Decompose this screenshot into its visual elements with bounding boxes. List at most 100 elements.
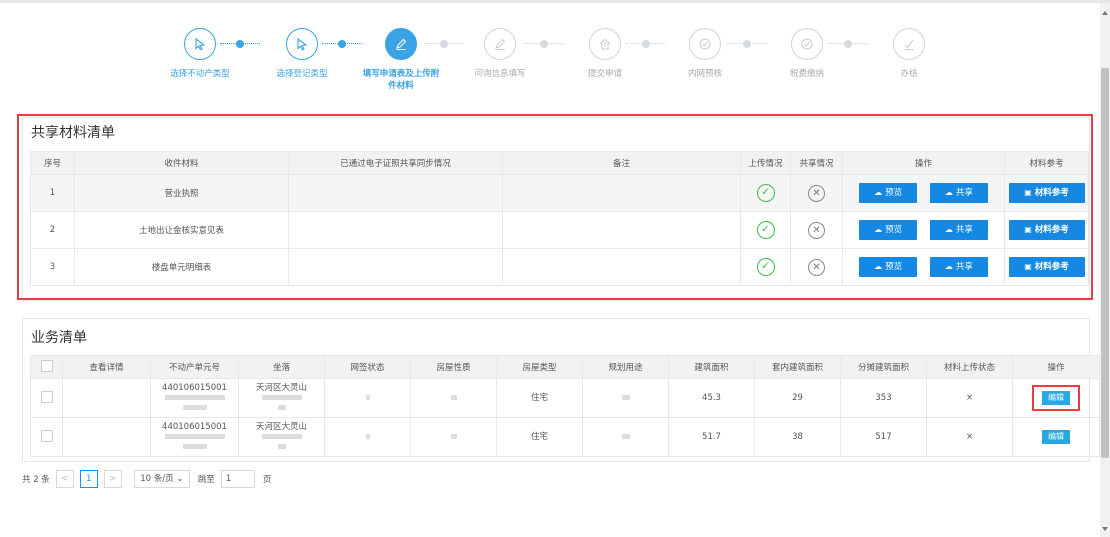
unit-no-text: 440106015001 xyxy=(162,422,227,432)
step-connector xyxy=(322,40,362,48)
redacted-text xyxy=(164,434,225,439)
step-tax-payment[interactable]: 税费缴纳 xyxy=(767,28,847,80)
row-sign xyxy=(324,417,411,457)
row-checkbox[interactable] xyxy=(40,390,53,403)
upload-icon xyxy=(589,28,621,60)
step-label: 选择登记类型 xyxy=(276,69,328,79)
goto-label: 跳至 xyxy=(197,475,215,485)
page-size-label: 10 条/页 xyxy=(140,474,174,484)
row-usage xyxy=(582,378,669,418)
row-usage xyxy=(582,417,669,457)
row-nature xyxy=(410,378,497,418)
highlight-box: 编辑 xyxy=(1032,385,1080,411)
step-select-property-type[interactable]: 选择不动产类型 xyxy=(160,28,240,80)
check-circle-icon xyxy=(689,28,721,60)
row-inner-area: 38 xyxy=(754,417,841,457)
step-complete[interactable]: 办结 xyxy=(869,28,949,80)
edit-icon xyxy=(385,28,417,60)
row-area: 45.3 xyxy=(668,378,755,418)
scroll-up-arrow-icon[interactable] xyxy=(1102,11,1108,15)
highlight-box xyxy=(17,114,1093,300)
col-location: 坐落 xyxy=(238,355,325,379)
row-unit-no: 440106015001 xyxy=(150,417,239,457)
goto-page-input[interactable]: 1 xyxy=(220,470,255,488)
step-connector xyxy=(424,40,464,48)
row-inner-area: 29 xyxy=(754,378,841,418)
step-fill-application[interactable]: 填写申请表及上传附件材料 xyxy=(361,28,441,92)
step-label: 提交申请 xyxy=(587,69,622,79)
redacted-text xyxy=(365,434,370,439)
row-detail xyxy=(62,378,151,418)
redacted-text xyxy=(621,434,630,439)
redacted-text xyxy=(261,395,302,400)
total-count: 共 2 条 xyxy=(22,475,50,485)
sign-icon xyxy=(893,28,925,60)
row-upload-status: × xyxy=(926,417,1013,457)
redacted-text xyxy=(261,434,302,439)
step-connector xyxy=(828,40,868,48)
row-shared-area: 353 xyxy=(840,378,927,418)
redacted-text xyxy=(621,395,630,400)
row-select xyxy=(30,378,63,418)
col-detail: 查看详情 xyxy=(62,355,151,379)
redacted-text xyxy=(277,405,286,410)
edit-button[interactable]: 编辑 xyxy=(1042,430,1070,444)
prev-page-button[interactable]: < xyxy=(55,470,74,488)
redacted-text xyxy=(450,434,457,439)
page-size-select[interactable]: 10 条/页 ⌄ xyxy=(133,470,190,488)
table-header: 查看详情 不动产单元号 坐落 网签状态 房屋性质 房屋类型 规划用途 建筑面积 … xyxy=(30,355,1100,379)
redacted-text xyxy=(365,395,370,400)
col-usage: 规划用途 xyxy=(582,355,669,379)
row-op: 编辑 xyxy=(1012,378,1100,418)
cursor-icon xyxy=(184,28,216,60)
redacted-text xyxy=(450,395,457,400)
redacted-text xyxy=(182,444,207,449)
business-list-title: 业务清单 xyxy=(31,330,87,346)
step-label: 内网预核 xyxy=(687,69,722,79)
col-inner-area: 套内建筑面积 xyxy=(754,355,841,379)
vertical-scrollbar[interactable] xyxy=(1100,3,1110,537)
chevron-down-icon: ⌄ xyxy=(176,474,184,484)
step-select-registration-type[interactable]: 选择登记类型 xyxy=(262,28,342,80)
col-upload-status: 材料上传状态 xyxy=(926,355,1013,379)
row-area: 51.7 xyxy=(668,417,755,457)
pagination: 共 2 条 < 1 > 10 条/页 ⌄ 跳至 1 页 xyxy=(22,470,271,488)
next-page-button[interactable]: > xyxy=(103,470,122,488)
table-row: 440106015001 天河区大灵山 住宅 51.7 38 517 × 编辑 xyxy=(30,417,1100,457)
unit-no-text: 440106015001 xyxy=(162,383,227,393)
step-connector xyxy=(727,40,767,48)
business-list-panel: 业务清单 查看详情 不动产单元号 坐落 网签状态 房屋性质 房屋类型 规划用途 … xyxy=(22,318,1100,462)
step-connector xyxy=(626,40,666,48)
step-submit[interactable]: 提交申请 xyxy=(565,28,645,80)
select-all-checkbox[interactable] xyxy=(40,359,53,372)
row-checkbox[interactable] xyxy=(40,429,53,442)
row-type: 住宅 xyxy=(496,417,583,457)
col-type: 房屋类型 xyxy=(496,355,583,379)
step-intranet-check[interactable]: 内网预核 xyxy=(665,28,745,80)
row-location: 天河区大灵山 xyxy=(238,378,325,418)
col-nature: 房屋性质 xyxy=(410,355,497,379)
col-op: 操作 xyxy=(1012,355,1100,379)
step-label: 办结 xyxy=(900,69,918,79)
row-unit-no: 440106015001 xyxy=(150,378,239,418)
redacted-text xyxy=(164,395,225,400)
row-upload-status: × xyxy=(926,378,1013,418)
step-label: 填写申请表及上传附件材料 xyxy=(362,69,440,91)
scroll-down-arrow-icon[interactable] xyxy=(1102,527,1108,531)
step-label: 问询信息填写 xyxy=(474,69,526,79)
step-connector xyxy=(220,40,260,48)
scroll-thumb[interactable] xyxy=(1101,68,1109,458)
business-table: 查看详情 不动产单元号 坐落 网签状态 房屋性质 房屋类型 规划用途 建筑面积 … xyxy=(30,355,1100,457)
check-circle-icon xyxy=(791,28,823,60)
row-shared-area: 517 xyxy=(840,417,927,457)
row-nature xyxy=(410,417,497,457)
page-1-button[interactable]: 1 xyxy=(79,470,98,488)
select-all-cell xyxy=(30,355,63,379)
step-inquiry[interactable]: 问询信息填写 xyxy=(460,28,540,80)
row-sign xyxy=(324,378,411,418)
edit-button[interactable]: 编辑 xyxy=(1042,391,1070,405)
table-row: 440106015001 天河区大灵山 住宅 45.3 29 353 × 编辑 xyxy=(30,378,1100,418)
col-area: 建筑面积 xyxy=(668,355,755,379)
location-text: 天河区大灵山 xyxy=(255,422,307,432)
redacted-text xyxy=(182,405,207,410)
